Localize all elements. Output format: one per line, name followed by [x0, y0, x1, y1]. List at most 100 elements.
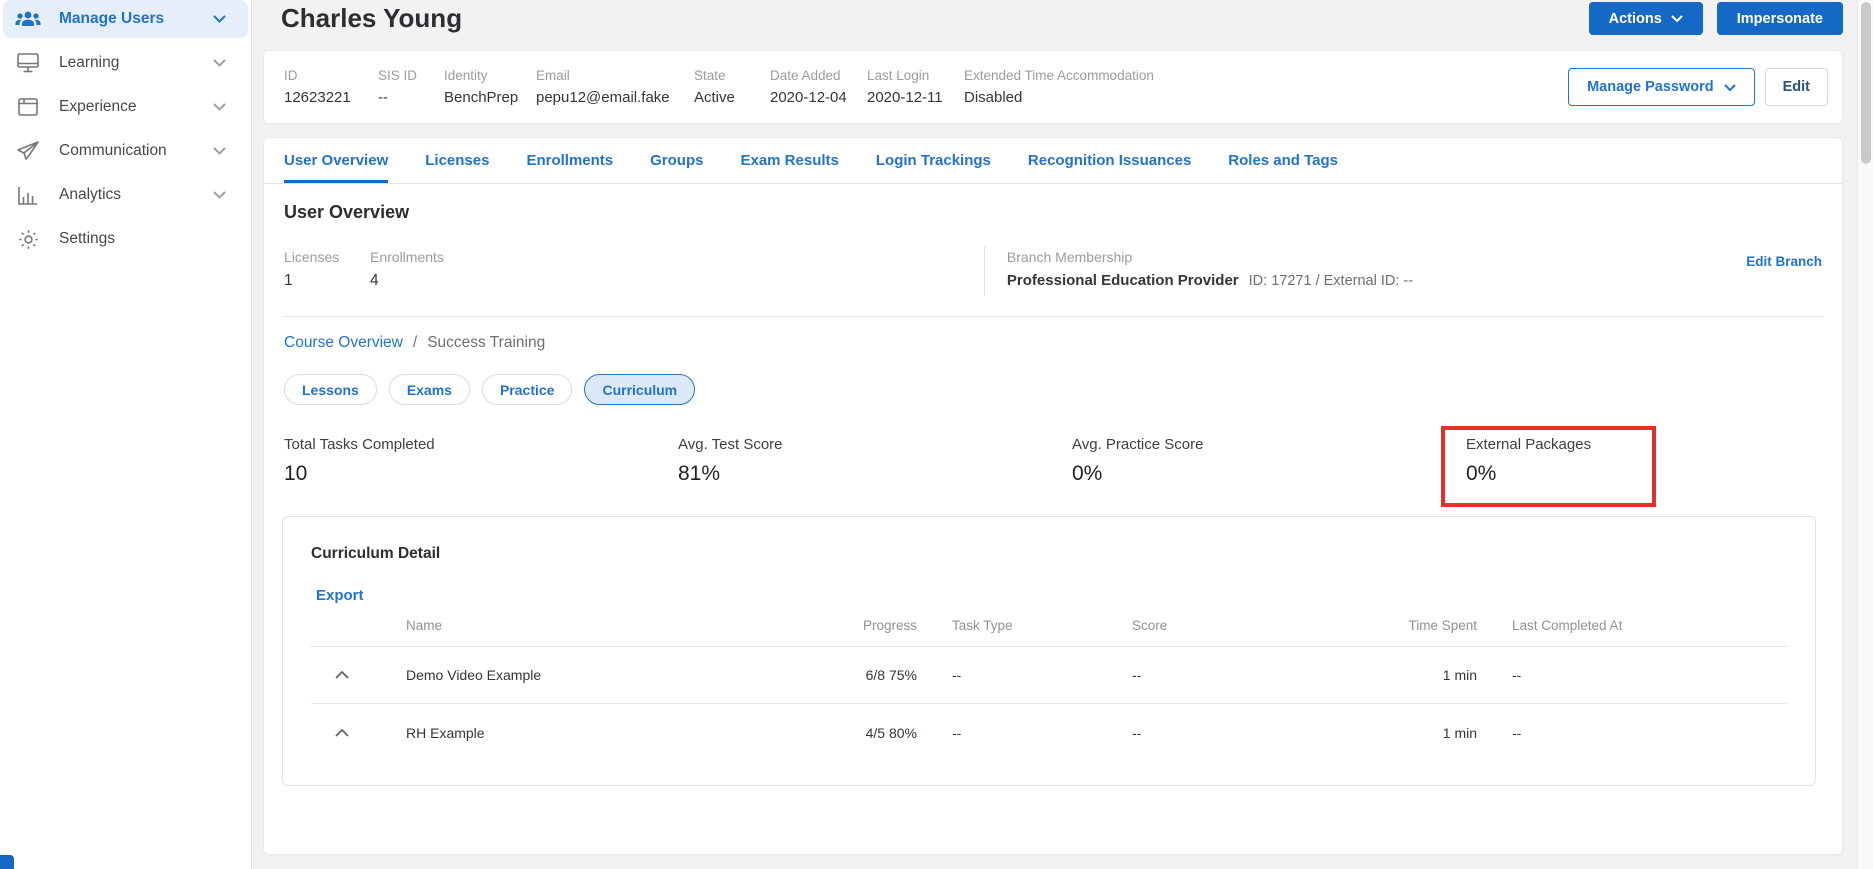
enrollments-value: 4	[370, 272, 379, 289]
chevron-down-icon	[213, 147, 226, 155]
field-value: pepu12@email.fake	[536, 89, 670, 106]
sidebar-item-label: Experience	[59, 98, 137, 115]
collapse-row-icon[interactable]	[311, 728, 406, 737]
tab-user-overview[interactable]: User Overview	[284, 138, 389, 183]
header-cell-last-completed: Last Completed At	[1512, 618, 1623, 633]
branch-membership-value: Professional Education Provider ID: 17271…	[1007, 272, 1413, 289]
header-cell-progress: Progress	[862, 618, 917, 633]
sidebar-item-label: Learning	[59, 54, 120, 71]
sidebar-item-communication[interactable]: Communication	[3, 132, 248, 170]
sidebar-item-learning[interactable]: Learning	[3, 44, 248, 82]
field-label: Identity	[444, 68, 488, 83]
pill-practice[interactable]: Practice	[481, 374, 573, 405]
field-identity: Identity BenchPrep	[444, 68, 536, 106]
table-header-row: Name Progress Task Type Score Time Spent…	[311, 605, 1787, 647]
breadcrumb-current: Success Training	[427, 334, 546, 351]
titlebar: Charles Young Actions Impersonate	[263, 0, 1843, 35]
manage-password-label: Manage Password	[1587, 79, 1714, 95]
user-info-fields: ID 12623221 SIS ID -- Identity BenchPrep…	[284, 68, 1154, 106]
monitor-icon	[13, 53, 43, 73]
summary-stats: Total Tasks Completed 10 Avg. Test Score…	[264, 405, 1842, 507]
chevron-down-icon	[213, 191, 226, 199]
field-value: Active	[694, 89, 735, 106]
overview-summary: Licenses 1 Enrollments 4 Branch Membersh…	[264, 223, 1842, 296]
tab-recognition-issuances[interactable]: Recognition Issuances	[1028, 138, 1191, 183]
stat-avg-practice-score: Avg. Practice Score 0%	[1072, 436, 1466, 486]
chevron-down-icon	[213, 15, 226, 23]
chevron-down-icon	[213, 59, 226, 67]
breadcrumb-course-overview[interactable]: Course Overview	[284, 334, 403, 352]
edit-button[interactable]: Edit	[1764, 68, 1828, 106]
pill-exams[interactable]: Exams	[388, 374, 470, 405]
tab-licenses[interactable]: Licenses	[425, 138, 489, 183]
cell-time-spent: 1 min	[1442, 667, 1477, 683]
field-label: ID	[284, 68, 298, 83]
table-row: RH Example 4/5 80% -- -- 1 min --	[311, 704, 1787, 761]
tab-groups[interactable]: Groups	[650, 138, 703, 183]
tab-login-trackings[interactable]: Login Trackings	[876, 138, 991, 183]
field-state: State Active	[694, 68, 770, 106]
sidebar-item-experience[interactable]: Experience	[3, 88, 248, 126]
enrollments-stat: Enrollments 4	[370, 249, 444, 290]
stat-value: 0%	[1466, 462, 1497, 485]
header-cell-name: Name	[406, 618, 443, 633]
cell-last-completed: --	[1512, 667, 1522, 683]
field-label: State	[694, 68, 726, 83]
sidebar-item-settings[interactable]: Settings	[3, 220, 248, 258]
edit-branch-link[interactable]: Edit Branch	[1746, 249, 1822, 269]
chevron-down-icon	[1671, 15, 1683, 22]
field-value: 2020-12-04	[770, 89, 847, 106]
manage-password-button[interactable]: Manage Password	[1568, 68, 1755, 106]
branch-details: ID: 17271 / External ID: --	[1248, 273, 1414, 289]
stat-total-tasks: Total Tasks Completed 10	[284, 436, 678, 486]
cell-name: Demo Video Example	[406, 667, 542, 683]
cell-score: --	[1132, 724, 1142, 741]
vertical-scrollbar[interactable]	[1857, 0, 1873, 869]
field-value: Disabled	[964, 89, 1023, 106]
cell-task-type: --	[952, 724, 962, 741]
impersonate-button[interactable]: Impersonate	[1716, 2, 1843, 35]
user-info-card: ID 12623221 SIS ID -- Identity BenchPrep…	[263, 50, 1843, 124]
window-icon	[13, 98, 43, 116]
breadcrumb: Course Overview / Success Training	[264, 317, 1842, 352]
field-date-added: Date Added 2020-12-04	[770, 68, 867, 106]
field-value: 12623221	[284, 89, 351, 106]
enrollments-label: Enrollments	[370, 249, 444, 265]
field-sis-id: SIS ID --	[378, 68, 444, 106]
stat-avg-test-score: Avg. Test Score 81%	[678, 436, 1072, 486]
field-id: ID 12623221	[284, 68, 378, 106]
users-icon	[13, 10, 43, 28]
pill-curriculum[interactable]: Curriculum	[584, 374, 696, 405]
sidebar-item-analytics[interactable]: Analytics	[3, 176, 248, 214]
sidebar-item-label: Settings	[59, 230, 116, 247]
actions-button[interactable]: Actions	[1588, 2, 1703, 35]
tab-enrollments[interactable]: Enrollments	[526, 138, 613, 183]
curriculum-detail-title: Curriculum Detail	[311, 545, 441, 562]
field-value: BenchPrep	[444, 89, 519, 106]
stat-label: Avg. Test Score	[678, 436, 783, 453]
sidebar-item-label: Manage Users	[59, 10, 165, 27]
cell-last-completed: --	[1512, 724, 1522, 741]
stat-external-packages: External Packages 0%	[1441, 426, 1656, 507]
tab-exam-results[interactable]: Exam Results	[740, 138, 838, 183]
licenses-value: 1	[284, 272, 293, 289]
actions-button-label: Actions	[1608, 10, 1662, 27]
header-cell-score: Score	[1132, 618, 1168, 633]
tab-roles-and-tags[interactable]: Roles and Tags	[1228, 138, 1338, 183]
cell-name: RH Example	[406, 724, 485, 741]
field-label: Extended Time Accommodation	[964, 68, 1154, 83]
licenses-stat: Licenses 1	[284, 249, 370, 290]
field-extended-time: Extended Time Accommodation Disabled	[964, 68, 1154, 106]
pill-lessons[interactable]: Lessons	[284, 374, 377, 405]
scrollbar-thumb[interactable]	[1861, 2, 1871, 164]
field-label: Date Added	[770, 68, 841, 83]
export-link[interactable]: Export	[316, 587, 364, 604]
collapse-row-icon[interactable]	[311, 671, 406, 679]
stat-value: 81%	[678, 462, 721, 485]
table-row: Demo Video Example 6/8 75% -- -- 1 min -…	[311, 647, 1787, 704]
cell-score: --	[1132, 667, 1142, 683]
header-cell-task-type: Task Type	[952, 618, 1013, 633]
tab-bar: User Overview Licenses Enrollments Group…	[264, 138, 1842, 184]
sidebar-item-manage-users[interactable]: Manage Users	[3, 0, 248, 38]
sidebar-footer-indicator[interactable]	[0, 855, 14, 869]
